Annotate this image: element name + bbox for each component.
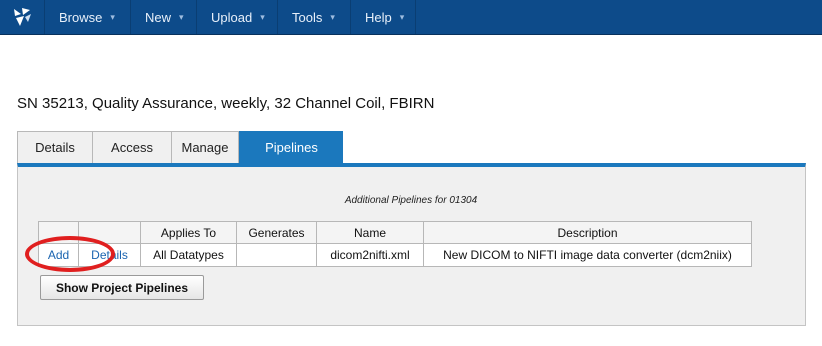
column-header-name: Name: [316, 221, 424, 244]
column-header-description: Description: [423, 221, 752, 244]
chevron-down-icon: ▾: [179, 11, 184, 22]
nav-help-label: Help: [365, 9, 392, 25]
nav-help-menu[interactable]: Help ▾: [351, 0, 416, 34]
tab-bar: Details Access Manage Pipelines: [17, 131, 343, 163]
column-header-applies-to: Applies To: [140, 221, 237, 244]
nav-browse-menu[interactable]: Browse ▾: [45, 0, 131, 34]
top-navbar: Browse ▾ New ▾ Upload ▾ Tools ▾ Help ▾: [0, 0, 822, 35]
chevron-down-icon: ▾: [330, 11, 335, 22]
pipelines-table: Applies To Generates Name Description Ad…: [38, 221, 752, 267]
tab-access[interactable]: Access: [92, 131, 171, 163]
pipelines-caption: Additional Pipelines for 01304: [344, 195, 478, 206]
tab-pipelines[interactable]: Pipelines: [239, 131, 343, 163]
table-row: Add Details All Datatypes dicom2nifti.xm…: [38, 243, 752, 267]
tab-manage[interactable]: Manage: [171, 131, 239, 163]
nav-upload-menu[interactable]: Upload ▾: [197, 0, 278, 34]
add-pipeline-link[interactable]: Add: [38, 243, 79, 267]
page-title: SN 35213, Quality Assurance, weekly, 32 …: [17, 95, 435, 112]
nav-tools-menu[interactable]: Tools ▾: [278, 0, 351, 34]
xnat-bird-logo-icon: [14, 8, 31, 26]
home-logo-icon[interactable]: [0, 0, 45, 34]
applies-to-cell: All Datatypes: [140, 243, 237, 267]
nav-new-label: New: [145, 9, 172, 25]
generates-cell: [236, 243, 317, 267]
nav-upload-label: Upload: [211, 9, 253, 25]
pipeline-name-cell: dicom2nifti.xml: [316, 243, 424, 267]
column-header-add: [38, 221, 79, 244]
table-header-row: Applies To Generates Name Description: [38, 221, 752, 244]
nav-browse-label: Browse: [59, 9, 103, 25]
chevron-down-icon: ▾: [110, 11, 115, 22]
pipeline-description-cell: New DICOM to NIFTI image data converter …: [423, 243, 752, 267]
show-project-pipelines-button[interactable]: Show Project Pipelines: [40, 275, 204, 300]
chevron-down-icon: ▾: [399, 11, 405, 22]
column-header-details: [78, 221, 141, 244]
nav-tools-label: Tools: [292, 9, 323, 25]
tab-details[interactable]: Details: [17, 131, 92, 163]
chevron-down-icon: ▾: [260, 11, 265, 22]
pipeline-details-link[interactable]: Details: [78, 243, 141, 267]
column-header-generates: Generates: [236, 221, 317, 244]
nav-new-menu[interactable]: New ▾: [131, 0, 197, 34]
